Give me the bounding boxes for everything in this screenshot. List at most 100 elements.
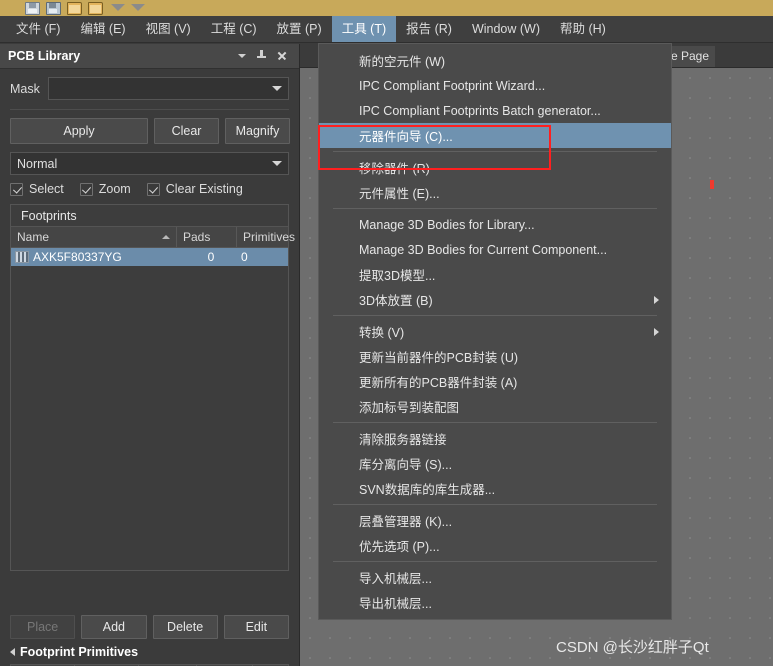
cell-pads: 0 [207,250,215,264]
mask-row: Mask [0,69,299,104]
menu-item-add-designators-to-assembly[interactable]: 添加标号到装配图 [319,394,671,419]
checkbox-select-label: Select [29,182,64,196]
menubar-item-help[interactable]: 帮助 (H) [550,16,616,42]
menu-item-update-all-pcb-footprints[interactable]: 更新所有的PCB器件封装 (A) [319,369,671,394]
footprint-primitives-title: Footprint Primitives [20,645,139,659]
table-row[interactable]: AXK5F80337YG 0 0 [11,248,288,266]
checkbox-clear-existing[interactable]: Clear Existing [146,182,243,196]
menu-item-manage-3d-bodies-current-component[interactable]: Manage 3D Bodies for Current Component..… [319,237,671,262]
menu-separator [333,561,657,562]
menubar-item-file[interactable]: 文件 (F) [6,16,70,42]
pin-icon[interactable] [253,47,271,65]
menu-item-export-mechanical-layer[interactable]: 导出机械层... [319,590,671,615]
menubar-item-place[interactable]: 放置 (P) [267,16,332,42]
menu-item-manage-3d-bodies-library[interactable]: Manage 3D Bodies for Library... [319,212,671,237]
place-button[interactable]: Place [10,615,76,639]
open-folder-icon[interactable] [67,1,82,15]
chevron-down-icon[interactable] [272,86,282,91]
footprints-table-header: Name Pads Primitives [11,227,295,248]
menu-separator [333,504,657,505]
menubar-item-window[interactable]: Window (W) [462,16,550,42]
menubar-item-project[interactable]: 工程 (C) [201,16,267,42]
menu-item-extract-3d-model[interactable]: 提取3D模型... [319,262,671,287]
chevron-right-icon [10,648,15,656]
open-folder-alt-icon[interactable] [88,1,103,15]
checkbox-zoom-label: Zoom [98,182,131,196]
menu-item-clear-server-link[interactable]: 清除服务器链接 [319,426,671,451]
menu-item-svn-database-library-maker[interactable]: SVN数据库的库生成器... [319,476,671,501]
menu-item-new-blank-component[interactable]: 新的空元件 (W) [319,48,671,73]
chevron-down-icon[interactable] [233,47,251,65]
menu-item-component-wizard[interactable]: 元器件向导 (C)... [319,123,671,148]
save-all-icon[interactable] [46,1,61,15]
option-checkboxes: Select Zoom Clear Existing [0,175,299,196]
mask-input[interactable] [47,77,289,100]
add-button[interactable]: Add [81,615,147,639]
checkmark-icon [10,182,23,196]
menu-item-import-mechanical-layer[interactable]: 导入机械层... [319,565,671,590]
column-header-primitives[interactable]: Primitives [237,227,301,247]
canvas-origin-marker [710,180,714,189]
footprints-group-title: Footprints [11,205,288,227]
column-header-name-label: Name [17,230,50,244]
mask-label: Mask [10,81,40,96]
chevron-down-icon[interactable] [272,161,282,166]
panel-title-bar: PCB Library [0,44,299,69]
footprints-group: Footprints Name Pads Primitives AXK5F803… [10,204,295,571]
checkbox-zoom[interactable]: Zoom [79,182,131,196]
menu-item-convert-label: 转换 (V) [359,326,405,340]
undo-arrows-icon[interactable] [109,2,153,15]
menu-item-convert[interactable]: 转换 (V) [319,319,671,344]
menu-item-ipc-footprint-wizard[interactable]: IPC Compliant Footprint Wizard... [319,73,671,98]
menubar-item-view[interactable]: 视图 (V) [136,16,201,42]
delete-button[interactable]: Delete [152,615,218,639]
pcb-library-panel: PCB Library Mask Apply Clear Magnify Nor… [0,44,300,666]
checkbox-clear-existing-label: Clear Existing [165,182,243,196]
menubar-item-tools[interactable]: 工具 (T) [331,16,397,42]
menu-item-library-splitter-wizard[interactable]: 库分离向导 (S)... [319,451,671,476]
menu-separator [333,151,657,152]
menubar-item-report[interactable]: 报告 (R) [396,16,462,42]
clear-button[interactable]: Clear [154,118,219,144]
footprint-action-buttons: Place Add Delete Edit [0,615,299,639]
cell-name: AXK5F80337YG [33,250,122,264]
menu-item-remove-component[interactable]: 移除器件 (R) [319,155,671,180]
cell-primitives: 0 [241,250,248,264]
menu-item-preferences[interactable]: 优先选项 (P)... [319,533,671,558]
mode-select[interactable]: Normal [10,152,289,175]
menu-separator [333,208,657,209]
chevron-right-icon [654,296,659,304]
menu-bar: 文件 (F) 编辑 (E) 视图 (V) 工程 (C) 放置 (P) 工具 (T… [0,16,773,43]
menu-item-component-properties[interactable]: 元件属性 (E)... [319,180,671,205]
pen-icon[interactable] [4,1,19,15]
panel-title-label: PCB Library [8,49,81,63]
menu-separator [333,315,657,316]
menu-separator [333,422,657,423]
mode-value: Normal [17,156,58,171]
menu-item-ipc-footprints-batch-generator[interactable]: IPC Compliant Footprints Batch generator… [319,98,671,123]
chevron-right-icon [654,328,659,336]
checkbox-select[interactable]: Select [10,182,64,196]
column-header-name[interactable]: Name [11,227,177,247]
main-toolbar [0,0,773,16]
column-header-pads[interactable]: Pads [177,227,237,247]
application-window: 文件 (F) 编辑 (E) 视图 (V) 工程 (C) 放置 (P) 工具 (T… [0,0,773,666]
apply-button[interactable]: Apply [10,118,148,144]
menubar-item-edit[interactable]: 编辑 (E) [70,16,135,42]
footprint-primitives-section[interactable]: Footprint Primitives [0,645,138,659]
magnify-button[interactable]: Magnify [225,118,290,144]
mask-button-row: Apply Clear Magnify [0,110,299,144]
footprint-icon [15,251,29,263]
menu-item-update-current-pcb-footprint[interactable]: 更新当前器件的PCB封装 (U) [319,344,671,369]
checkmark-icon [79,182,93,196]
close-icon[interactable] [273,47,291,65]
watermark-text: CSDN @长沙红胖子Qt [556,639,709,656]
menu-item-place-3d-body-label: 3D体放置 (B) [359,294,433,308]
tools-dropdown-menu: 新的空元件 (W) IPC Compliant Footprint Wizard… [318,43,672,620]
footprints-list[interactable]: AXK5F80337YG 0 0 [11,248,288,570]
menu-item-layer-stack-manager[interactable]: 层叠管理器 (K)... [319,508,671,533]
edit-button[interactable]: Edit [223,615,289,639]
checkmark-icon [146,182,160,196]
save-icon[interactable] [25,1,40,15]
menu-item-place-3d-body[interactable]: 3D体放置 (B) [319,287,671,312]
